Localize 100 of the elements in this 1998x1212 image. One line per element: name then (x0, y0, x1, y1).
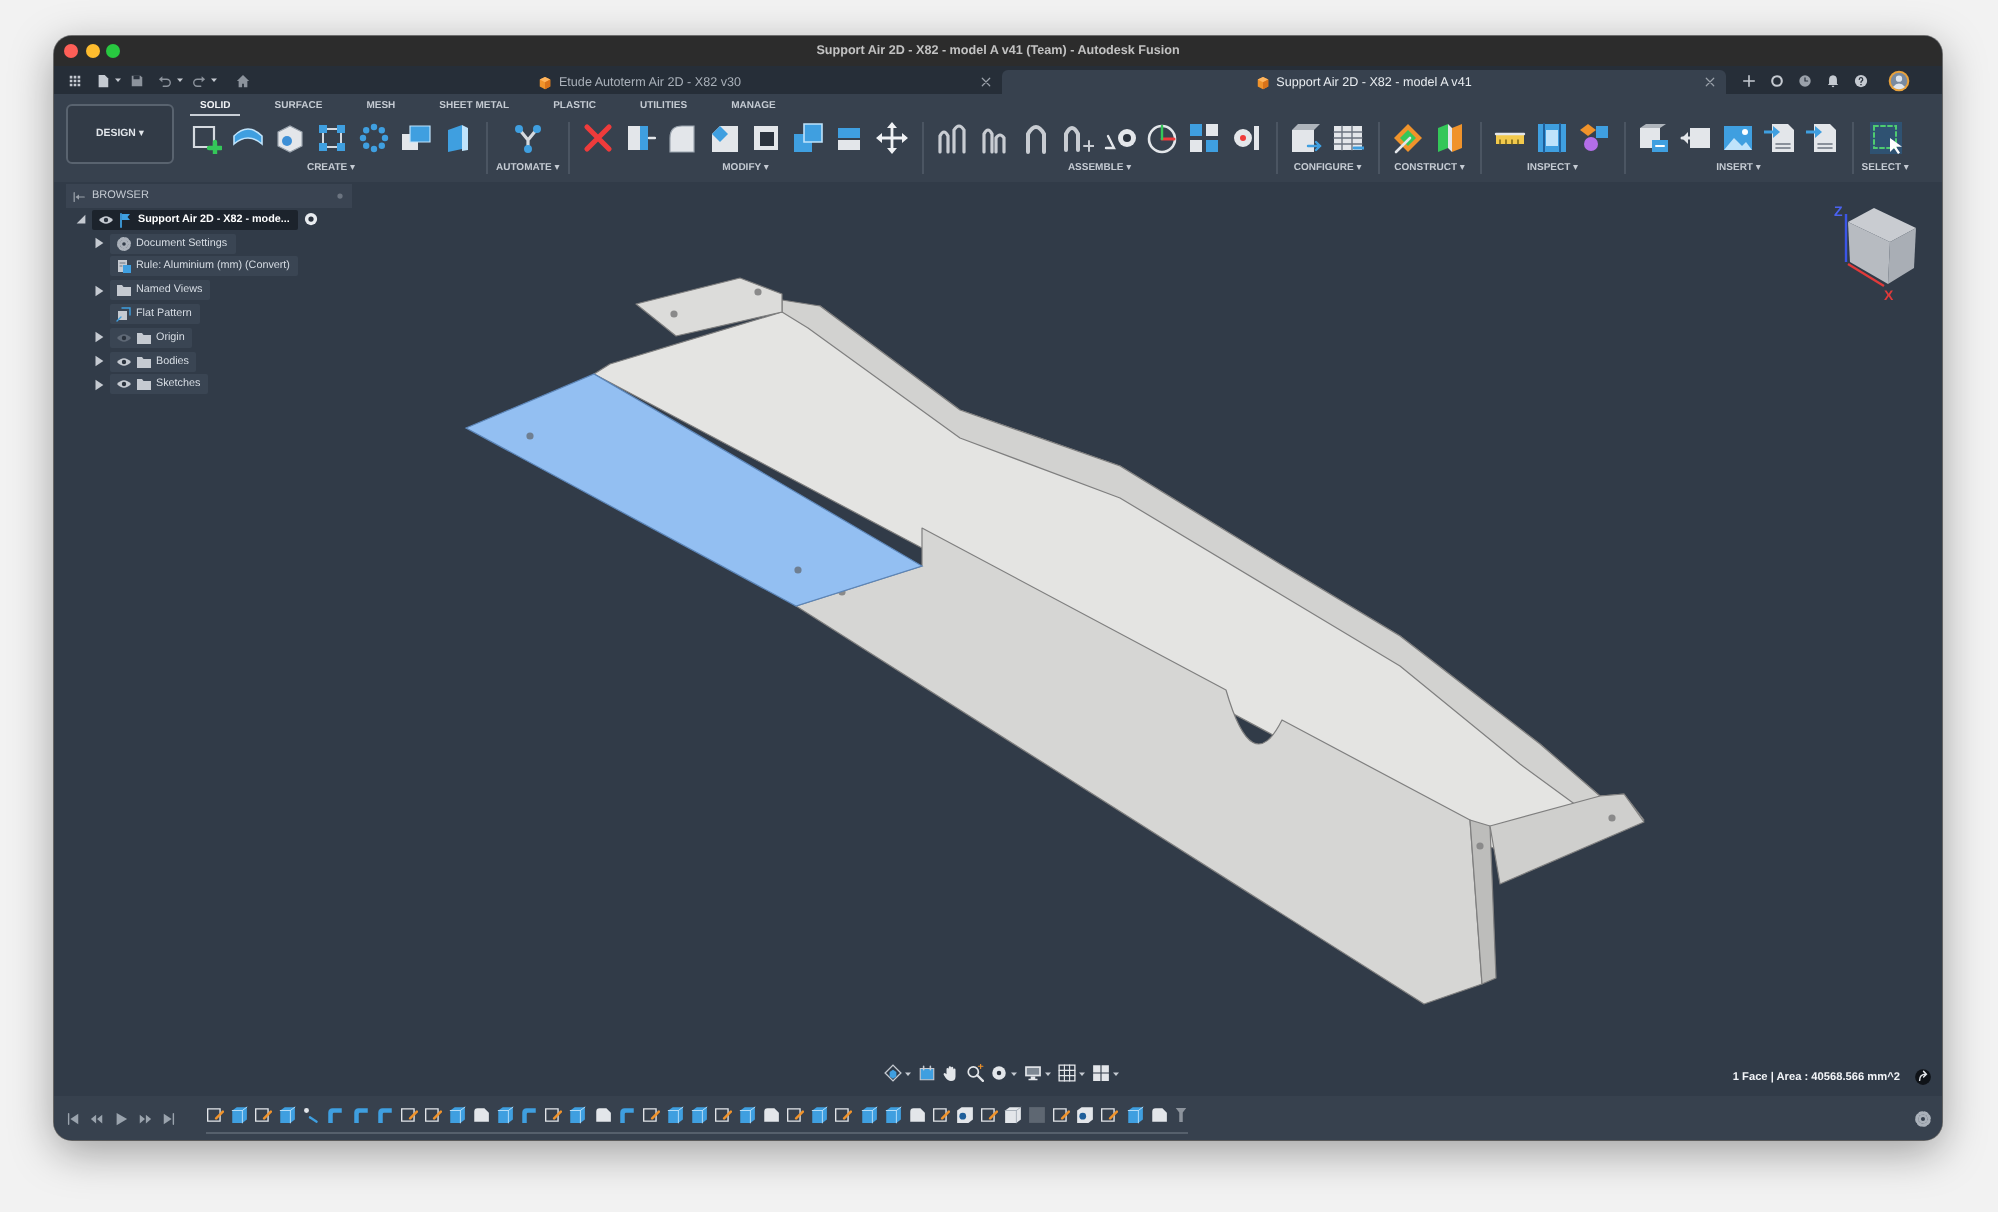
cube-icon[interactable] (1004, 1106, 1023, 1124)
sketch-icon[interactable] (641, 1106, 660, 1124)
minimize-window-button[interactable] (85, 44, 99, 58)
sketch-icon[interactable] (399, 1106, 418, 1124)
move-icon[interactable] (876, 121, 909, 153)
home-icon[interactable] (236, 73, 250, 87)
fillet-icon[interactable] (666, 121, 699, 153)
expand-arrow-icon[interactable] (92, 377, 106, 392)
sketch-icon[interactable] (980, 1106, 998, 1124)
file-icon[interactable] (96, 73, 110, 87)
press-pull-icon[interactable] (624, 121, 657, 153)
flange-icon[interactable] (520, 1106, 539, 1124)
stacked-boxes-icon[interactable] (399, 121, 431, 153)
app-grid-icon[interactable] (68, 73, 82, 87)
collapse-panel-icon[interactable] (72, 189, 86, 203)
close-tab-icon[interactable] (980, 76, 992, 88)
active-component-radio[interactable] (303, 212, 318, 227)
skip-to-start-icon[interactable] (66, 1111, 80, 1125)
calendar-icon[interactable] (918, 1064, 936, 1082)
flange-icon[interactable] (617, 1106, 636, 1124)
cube-window-icon[interactable] (1638, 121, 1671, 153)
rectangular-pattern-icon[interactable] (315, 121, 347, 153)
sketch-icon[interactable] (713, 1106, 732, 1124)
circle-arrow-icon[interactable] (1914, 1068, 1932, 1086)
expand-arrow-icon[interactable] (92, 330, 106, 345)
sketch-icon[interactable] (834, 1106, 853, 1124)
folded-sheet-icon[interactable] (472, 1106, 491, 1124)
expand-arrow-icon[interactable] (74, 212, 88, 227)
dot-circle-icon[interactable] (990, 1064, 1008, 1082)
table-icon[interactable] (1332, 121, 1365, 153)
sketch-icon[interactable] (1100, 1106, 1119, 1124)
eye-icon[interactable] (98, 211, 114, 228)
arches-icon[interactable] (936, 121, 969, 153)
user-avatar[interactable] (1888, 69, 1910, 91)
cube-hole-icon[interactable] (273, 121, 305, 153)
caret-icon[interactable] (1112, 1069, 1120, 1077)
circular-pattern-icon[interactable] (357, 121, 389, 153)
eye-icon[interactable] (116, 376, 132, 393)
undo-icon[interactable] (158, 73, 172, 87)
point-icon[interactable] (302, 1106, 321, 1124)
ring-icon[interactable] (1770, 73, 1784, 87)
help-icon[interactable] (1854, 73, 1868, 87)
orbit-icon[interactable] (884, 1064, 902, 1082)
settings-icon[interactable] (1914, 1109, 1932, 1127)
cube-arrow-icon[interactable] (1290, 121, 1323, 153)
sketch-icon[interactable] (1052, 1106, 1071, 1124)
view-cube[interactable] (1844, 208, 1916, 288)
maximize-window-button[interactable] (106, 44, 120, 58)
shapes-icon[interactable] (1578, 121, 1611, 153)
hand-icon[interactable] (942, 1064, 960, 1082)
selection-box-icon[interactable] (1869, 121, 1902, 153)
close-tab-icon[interactable] (1704, 76, 1716, 88)
folded-sheet-icon[interactable] (1149, 1106, 1168, 1124)
sketch-icon[interactable] (931, 1106, 950, 1124)
play-icon[interactable] (114, 1111, 128, 1125)
expand-arrow-icon[interactable] (92, 283, 106, 298)
branch-icon[interactable] (511, 121, 544, 153)
redo-icon[interactable] (192, 73, 206, 87)
save-icon[interactable] (130, 73, 144, 87)
file-import-icon[interactable] (1764, 121, 1797, 153)
clock-icon[interactable] (1798, 73, 1812, 87)
cube-hole-icon[interactable] (1076, 1106, 1095, 1124)
eye-icon[interactable] (116, 353, 132, 370)
folded-sheet-icon[interactable] (762, 1106, 781, 1124)
create-sketch-icon[interactable] (189, 121, 221, 153)
magnifier-icon[interactable] (966, 1064, 984, 1082)
sketch-icon[interactable] (254, 1106, 273, 1124)
planes-icon[interactable] (1434, 121, 1467, 153)
close-window-button[interactable] (64, 44, 78, 58)
caret-icon[interactable] (1044, 1069, 1052, 1077)
step-back-icon[interactable] (90, 1111, 104, 1125)
step-forward-icon[interactable] (138, 1111, 152, 1125)
combine-icon[interactable] (792, 121, 825, 153)
caret-icon[interactable] (1010, 1069, 1018, 1077)
puzzle-icon[interactable] (1188, 121, 1221, 153)
caret-icon[interactable] (210, 76, 218, 84)
new-tab-icon[interactable] (1742, 73, 1756, 87)
caret-icon[interactable] (114, 76, 122, 84)
disc-bracket-icon[interactable] (1230, 121, 1263, 153)
grid-icon[interactable] (1058, 1064, 1076, 1082)
bell-icon[interactable] (1826, 73, 1840, 87)
delete-icon[interactable] (582, 121, 615, 153)
expand-arrow-icon[interactable] (92, 354, 106, 369)
caret-icon[interactable] (176, 76, 184, 84)
file-import-icon[interactable] (1806, 121, 1839, 153)
sketch-icon[interactable] (206, 1106, 224, 1124)
folded-sheet-icon[interactable] (907, 1106, 926, 1124)
four-panes-icon[interactable] (1092, 1064, 1110, 1082)
skip-to-end-icon[interactable] (162, 1111, 176, 1125)
monitor-icon[interactable] (1024, 1064, 1042, 1082)
picture-icon[interactable] (1722, 121, 1755, 153)
dial-icon[interactable] (1146, 121, 1179, 153)
arch-plus-icon[interactable] (1062, 121, 1095, 153)
caret-icon[interactable] (904, 1069, 912, 1077)
chamfer-icon[interactable] (708, 121, 741, 153)
expand-arrow-icon[interactable] (92, 236, 106, 251)
diamond-plane-icon[interactable] (1392, 121, 1425, 153)
folded-sheet-icon[interactable] (593, 1106, 611, 1124)
film-frame-icon[interactable] (1536, 121, 1569, 153)
sketch-icon[interactable] (786, 1106, 805, 1124)
